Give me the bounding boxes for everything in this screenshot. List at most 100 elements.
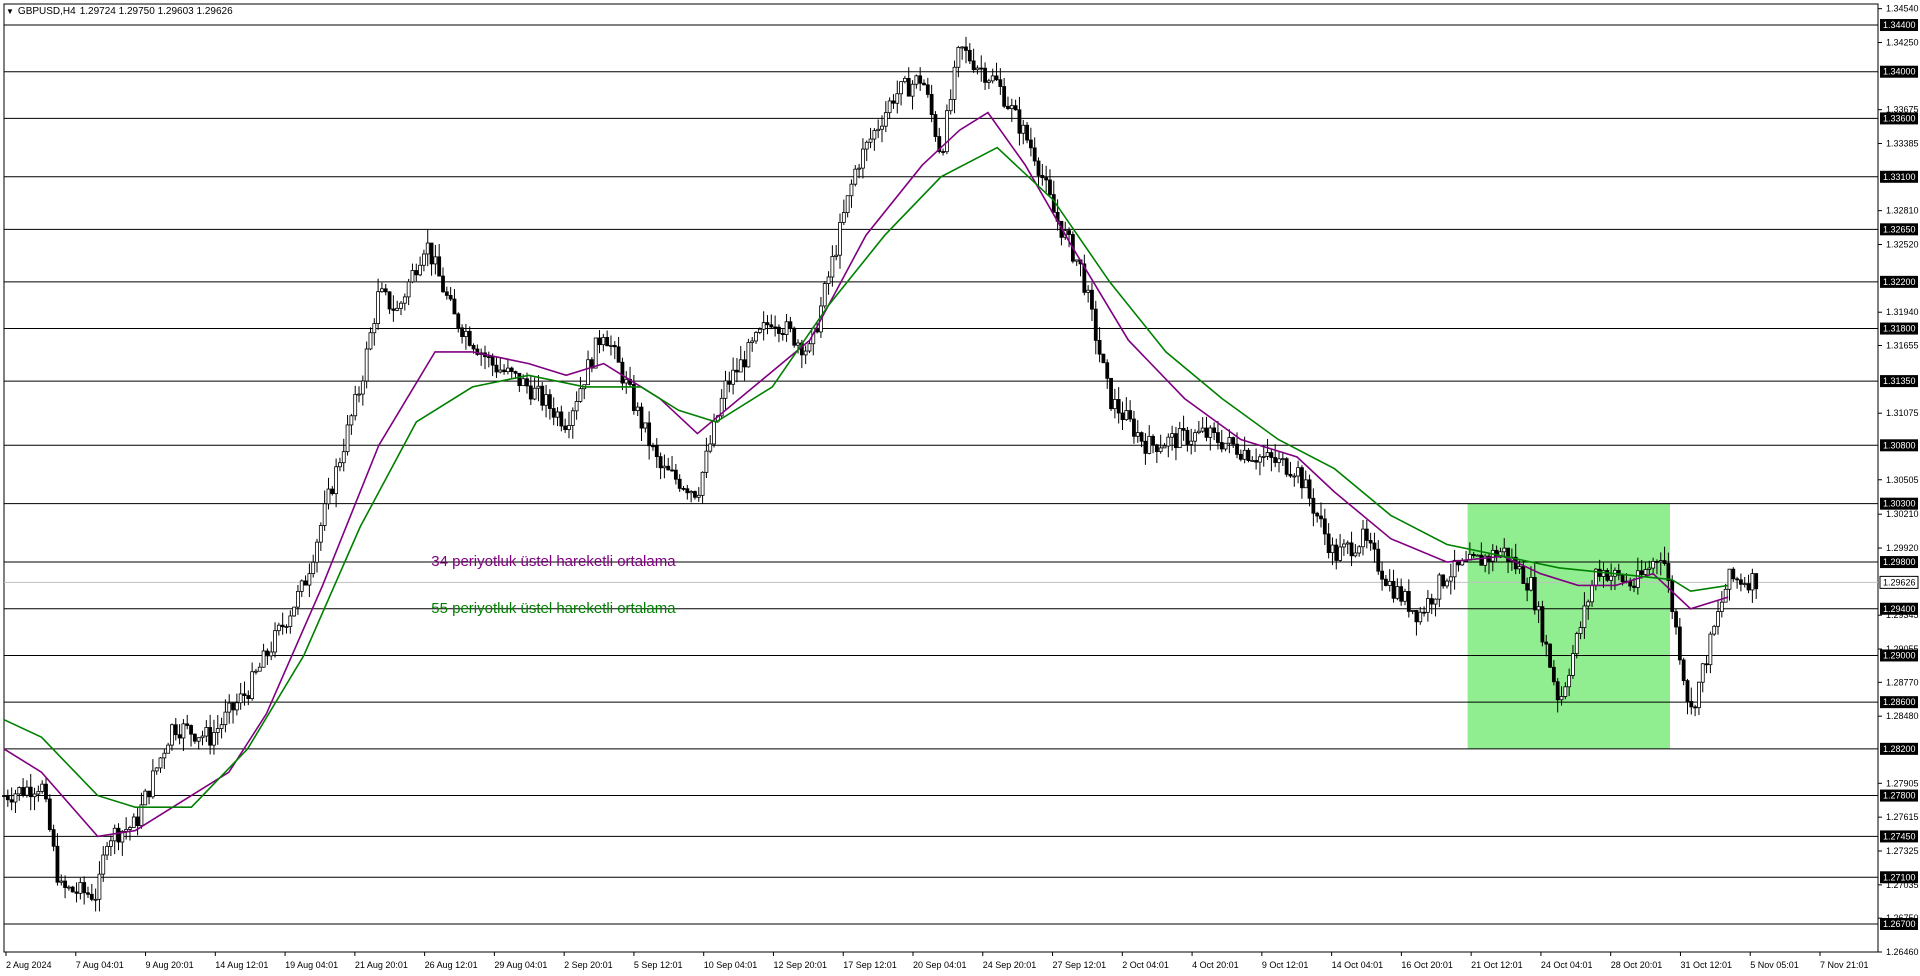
candle-body <box>822 283 827 307</box>
candle-body <box>1384 578 1388 586</box>
candle-body <box>1578 627 1583 634</box>
candle-body <box>1212 427 1217 433</box>
candle-body <box>1441 574 1446 587</box>
candle-body <box>1334 544 1339 561</box>
candle-body <box>1288 473 1293 477</box>
y-tick-label: 1.31940 <box>1886 307 1919 317</box>
x-tick-label: 24 Oct 04:01 <box>1541 960 1593 970</box>
y-tick-label: 1.31075 <box>1886 408 1919 418</box>
candle-body <box>1429 598 1434 605</box>
candle-body <box>723 380 728 399</box>
candle-body <box>498 369 503 373</box>
candle-body <box>616 346 621 363</box>
candle-body <box>280 624 285 628</box>
candle-body <box>376 291 381 324</box>
candle-body <box>948 99 953 112</box>
candle-body <box>284 626 289 628</box>
candle-body <box>1406 591 1411 612</box>
candle-body <box>1422 611 1426 614</box>
candle-body <box>651 445 655 448</box>
candle-body <box>1582 605 1587 629</box>
candle-body <box>391 308 396 311</box>
candle-body <box>1028 139 1033 149</box>
x-tick-label: 17 Sep 12:01 <box>843 960 897 970</box>
x-tick-label: 10 Sep 04:01 <box>704 960 758 970</box>
candle-body <box>505 367 510 373</box>
candle-body <box>242 693 247 696</box>
level-label: 1.29000 <box>1883 650 1916 660</box>
candle-body <box>456 313 461 329</box>
candle-body <box>1479 554 1484 566</box>
candle-body <box>746 342 751 368</box>
candle-body <box>349 415 354 426</box>
candle-body <box>219 724 224 729</box>
candle-body <box>250 671 255 700</box>
candle-body <box>422 253 426 266</box>
candle-body <box>830 256 835 278</box>
candle-body <box>998 79 1003 87</box>
candle-body <box>891 100 896 104</box>
x-tick-label: 16 Oct 20:01 <box>1401 960 1453 970</box>
price-chart[interactable]: 34 periyotluk üstel hareketli ortalama 55… <box>0 0 1920 976</box>
candle-body <box>1719 601 1724 612</box>
candle-body <box>59 880 64 883</box>
candle-body <box>1112 399 1117 410</box>
candle-body <box>769 324 774 328</box>
candle-body <box>654 445 659 457</box>
level-label: 1.31800 <box>1883 324 1916 334</box>
candle-body <box>918 75 923 84</box>
candle-body <box>666 465 671 471</box>
candle-body <box>780 333 785 336</box>
candle-body <box>86 892 90 895</box>
candle-body <box>1693 706 1698 709</box>
candle-body <box>21 787 25 796</box>
candle-body <box>1364 528 1369 541</box>
candle-body <box>299 580 304 592</box>
x-tick-label: 9 Oct 12:01 <box>1262 960 1309 970</box>
candle-body <box>1471 553 1476 557</box>
x-tick-label: 7 Nov 21:01 <box>1820 960 1869 970</box>
candle-body <box>66 886 71 889</box>
level-label: 1.27100 <box>1883 872 1916 882</box>
candle-body <box>731 369 736 385</box>
candle-body <box>532 387 537 400</box>
level-label: 1.33600 <box>1883 113 1916 123</box>
candle-body <box>1261 456 1266 458</box>
candle-body <box>399 302 403 309</box>
candle-body <box>166 744 171 754</box>
chart-area[interactable]: ▼ GBPUSD,H4 1.29724 1.29750 1.29603 1.29… <box>0 0 1920 976</box>
candle-body <box>1135 432 1140 437</box>
candle-body <box>1330 544 1335 554</box>
candle-body <box>1391 580 1396 599</box>
candle-body <box>777 326 781 334</box>
candle-body <box>910 83 915 97</box>
candle-body <box>1677 626 1682 661</box>
candle-body <box>1739 579 1743 585</box>
candle-body <box>1433 598 1438 605</box>
candle-body <box>108 840 113 847</box>
ema34-annotation: 34 periyotluk üstel hareketli ortalama <box>431 553 676 570</box>
candle-body <box>1090 289 1094 310</box>
candle-body <box>551 408 556 418</box>
candle-body <box>1204 427 1209 438</box>
candle-body <box>303 580 308 586</box>
candle-body <box>89 893 94 900</box>
candle-body <box>853 168 858 185</box>
candle-body <box>437 256 442 277</box>
level-label: 1.31350 <box>1883 376 1916 386</box>
y-tick-label: 1.26460 <box>1886 947 1919 957</box>
candle-body <box>658 456 663 469</box>
candle-body <box>1292 475 1297 478</box>
candle-body <box>1704 663 1709 666</box>
candle-body <box>1609 575 1614 581</box>
y-tick-label: 1.29920 <box>1886 543 1919 553</box>
candle-body <box>452 298 457 315</box>
candle-body <box>670 469 674 472</box>
candle-body <box>1532 577 1537 611</box>
y-tick-label: 1.27325 <box>1886 846 1919 856</box>
candle-body <box>521 378 526 387</box>
candle-body <box>1727 568 1732 590</box>
candle-body <box>1666 563 1671 581</box>
candle-body <box>1353 552 1358 557</box>
candle-body <box>82 882 87 894</box>
